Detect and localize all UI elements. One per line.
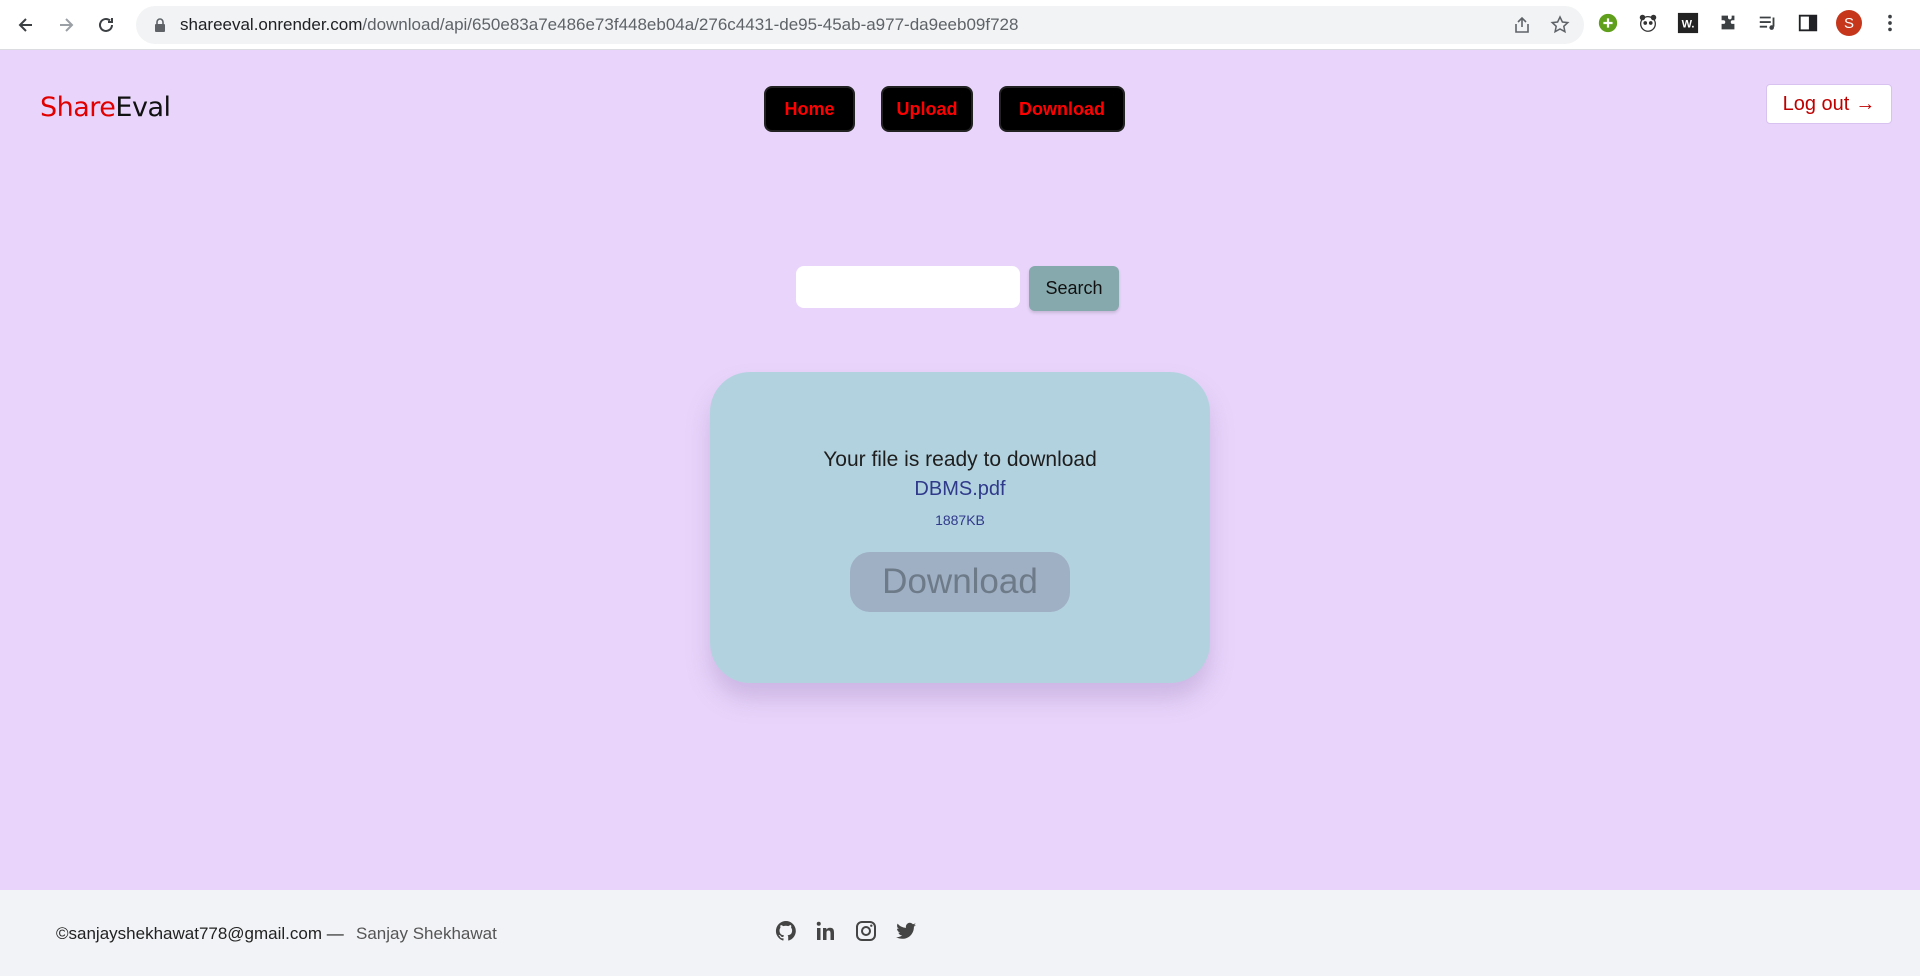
nav-upload-button[interactable]: Upload <box>881 86 973 132</box>
lock-icon <box>155 18 165 32</box>
footer: ©sanjayshekhawat778@gmail.com — Sanjay S… <box>0 890 1920 976</box>
nav-home-button[interactable]: Home <box>764 86 855 132</box>
twitter-icon[interactable] <box>894 918 918 944</box>
logo-share-text: Share <box>40 92 116 123</box>
github-icon[interactable] <box>774 918 798 944</box>
footer-email: ©sanjayshekhawat778@gmail.com — <box>56 924 344 943</box>
linkedin-icon[interactable] <box>814 918 838 944</box>
browser-toolbar: shareeval.onrender.com/download/api/650e… <box>0 0 1920 50</box>
arrow-right-icon <box>60 18 74 32</box>
share-icon[interactable] <box>1512 15 1532 35</box>
star-icon[interactable] <box>1550 15 1570 35</box>
logout-label: Log out <box>1782 92 1850 115</box>
word-extension-icon[interactable]: W. <box>1676 11 1700 35</box>
url-text: shareeval.onrender.com/download/api/650e… <box>180 15 1018 35</box>
footer-author: Sanjay Shekhawat <box>356 924 497 943</box>
ready-message: Your file is ready to download <box>823 448 1097 471</box>
arrow-left-icon <box>18 18 32 32</box>
url-host: shareeval.onrender.com <box>180 15 363 34</box>
address-bar[interactable]: shareeval.onrender.com/download/api/650e… <box>136 6 1584 44</box>
side-panel-icon[interactable] <box>1796 11 1820 35</box>
file-size: 1887KB <box>935 512 985 528</box>
extensions-area: W. S <box>1596 10 1902 36</box>
reload-icon <box>99 17 113 32</box>
search-button[interactable]: Search <box>1029 266 1119 311</box>
forward-button[interactable] <box>46 5 86 45</box>
nav-download-button[interactable]: Download <box>999 86 1125 132</box>
site-logo[interactable]: ShareEval <box>40 92 171 123</box>
reload-button[interactable] <box>86 5 126 45</box>
profile-avatar[interactable]: S <box>1836 10 1862 36</box>
file-name: DBMS.pdf <box>914 478 1006 500</box>
media-queue-icon[interactable] <box>1756 11 1780 35</box>
logout-button[interactable]: Log out → <box>1766 84 1892 124</box>
arrow-right-icon: → <box>1855 92 1876 115</box>
add-extension-icon[interactable] <box>1596 11 1620 35</box>
panda-extension-icon[interactable] <box>1636 11 1660 35</box>
menu-kebab-icon[interactable] <box>1878 11 1902 35</box>
puzzle-icon[interactable] <box>1716 11 1740 35</box>
svg-text:W.: W. <box>1682 19 1695 31</box>
url-path: /download/api/650e83a7e486e73f448eb04a/2… <box>362 15 1019 34</box>
back-button[interactable] <box>6 5 46 45</box>
logo-eval-text: Eval <box>115 92 171 123</box>
download-button[interactable]: Download <box>850 552 1070 612</box>
instagram-icon[interactable] <box>854 918 878 944</box>
download-card: Your file is ready to download DBMS.pdf … <box>710 372 1210 683</box>
search-input[interactable] <box>796 266 1020 308</box>
social-links <box>774 918 918 944</box>
